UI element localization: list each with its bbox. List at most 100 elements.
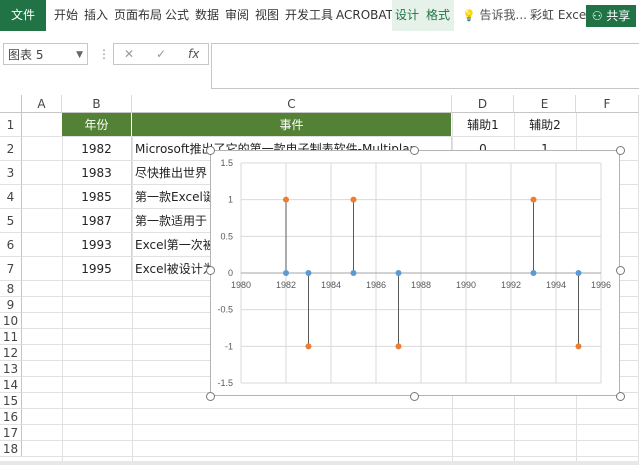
column-header-a[interactable]: A	[22, 95, 62, 113]
tell-me-label: 告诉我...	[479, 8, 527, 22]
row-header-9[interactable]: 9	[0, 297, 22, 313]
y-tick-label: 1	[228, 195, 233, 205]
row-header-12[interactable]: 12	[0, 345, 22, 361]
insert-function-icon[interactable]: fx	[188, 44, 199, 64]
y-tick-label: -0.5	[217, 305, 233, 315]
row-header-10[interactable]: 10	[0, 313, 22, 329]
data-point-series-2	[350, 196, 357, 203]
column-header-c[interactable]: C	[132, 95, 452, 113]
x-tick-label: 1988	[411, 280, 431, 290]
name-box[interactable]: 图表 5 ▼	[3, 43, 88, 65]
resize-handle[interactable]	[616, 266, 625, 275]
select-all-corner[interactable]	[0, 95, 22, 113]
chart-5[interactable]: 1980 1982 1984 1986 1988 1990 1992 1994 1996 1.5 1…	[210, 150, 620, 396]
header-year[interactable]: 年份	[62, 113, 132, 137]
resize-handle[interactable]	[206, 392, 215, 401]
row-header-3[interactable]: 3	[0, 161, 22, 185]
tab-home[interactable]: 开始	[54, 0, 78, 31]
chevron-down-icon[interactable]: ▼	[76, 44, 83, 66]
data-point-series-1	[530, 270, 537, 276]
resize-handle[interactable]	[206, 146, 215, 155]
x-tick-label: 1982	[276, 280, 296, 290]
y-tick-label: 0	[228, 268, 233, 278]
header-event[interactable]: 事件	[132, 113, 452, 137]
horizontal-scrollbar[interactable]	[0, 461, 639, 465]
x-tick-label: 1996	[591, 280, 611, 290]
tab-acrobat[interactable]: ACROBAT	[336, 0, 393, 31]
data-point-series-2	[395, 343, 402, 350]
tab-file[interactable]: 文件	[0, 0, 46, 31]
column-header-b[interactable]: B	[62, 95, 132, 113]
row-header-8[interactable]: 8	[0, 281, 22, 297]
tab-format[interactable]: 格式	[422, 0, 454, 31]
header-aux2[interactable]: 辅助2	[514, 113, 576, 137]
user-name[interactable]: 彩虹 Excel	[530, 0, 590, 31]
row-header-17[interactable]: 17	[0, 425, 22, 441]
formula-buttons: ✕ ✓ fx	[113, 43, 209, 65]
row-header-11[interactable]: 11	[0, 329, 22, 345]
row-header-4[interactable]: 4	[0, 185, 22, 209]
year-cell[interactable]: 1982	[62, 137, 132, 161]
name-box-value: 图表 5	[8, 48, 44, 62]
resize-handle[interactable]	[410, 392, 419, 401]
gridline	[22, 408, 639, 409]
row-header-1[interactable]: 1	[0, 113, 22, 137]
resize-handle[interactable]	[410, 146, 419, 155]
row-header-18[interactable]: 18	[0, 441, 22, 457]
chart-plot: 1980 1982 1984 1986 1988 1990 1992 1994 1996 1.5 1…	[217, 158, 611, 388]
tab-review[interactable]: 审阅	[225, 0, 249, 31]
x-tick-label: 1992	[501, 280, 521, 290]
gridline	[22, 136, 639, 137]
y-tick-label: 1.5	[220, 158, 233, 168]
tab-insert[interactable]: 插入	[84, 0, 108, 31]
data-point-series-1	[305, 270, 312, 276]
resize-handle[interactable]	[206, 266, 215, 275]
resize-handle[interactable]	[616, 146, 625, 155]
year-cell[interactable]: 1985	[62, 185, 132, 209]
share-label: 共享	[606, 9, 631, 23]
tab-data[interactable]: 数据	[195, 0, 219, 31]
row-header-2[interactable]: 2	[0, 137, 22, 161]
data-point-series-2	[575, 343, 582, 350]
resize-handle[interactable]	[616, 392, 625, 401]
data-point-series-1	[575, 270, 582, 276]
formula-bar: 图表 5 ▼ ⋮ ✕ ✓ fx	[0, 31, 639, 94]
ribbon: 文件 开始 插入 页面布局 公式 数据 审阅 视图 开发工具 ACROBAT 设…	[0, 0, 639, 32]
data-point-series-2	[530, 196, 537, 203]
year-cell[interactable]: 1995	[62, 257, 132, 281]
row-header-7[interactable]: 7	[0, 257, 22, 281]
tab-formulas[interactable]: 公式	[165, 0, 189, 31]
tab-view[interactable]: 视图	[255, 0, 279, 31]
x-tick-label: 1994	[546, 280, 566, 290]
tab-design[interactable]: 设计	[392, 0, 422, 31]
enter-icon[interactable]: ✓	[156, 44, 166, 64]
year-cell[interactable]: 1993	[62, 233, 132, 257]
year-cell[interactable]: 1987	[62, 209, 132, 233]
column-header-e[interactable]: E	[514, 95, 576, 113]
row-header-6[interactable]: 6	[0, 233, 22, 257]
share-button[interactable]: ⚇ 共享	[586, 5, 636, 27]
cancel-icon[interactable]: ✕	[124, 44, 134, 64]
tell-me-box[interactable]: 💡 告诉我...	[462, 0, 527, 31]
formula-input[interactable]	[211, 43, 639, 89]
data-point-series-1	[395, 270, 402, 276]
data-point-series-2	[305, 343, 312, 350]
drag-handle-icon[interactable]: ⋮	[98, 43, 110, 65]
row-header-13[interactable]: 13	[0, 361, 22, 377]
y-tick-label: -1	[225, 341, 233, 351]
header-aux1[interactable]: 辅助1	[452, 113, 514, 137]
row-header-14[interactable]: 14	[0, 377, 22, 393]
column-header-d[interactable]: D	[452, 95, 514, 113]
tab-developer[interactable]: 开发工具	[285, 0, 333, 31]
tab-page-layout[interactable]: 页面布局	[114, 0, 162, 31]
column-header-f[interactable]: F	[576, 95, 639, 113]
data-point-series-2	[283, 196, 289, 203]
row-header-15[interactable]: 15	[0, 393, 22, 409]
row-header-16[interactable]: 16	[0, 409, 22, 425]
y-tick-label: -1.5	[217, 378, 233, 388]
year-cell[interactable]: 1983	[62, 161, 132, 185]
row-header-5[interactable]: 5	[0, 209, 22, 233]
gridline	[22, 424, 639, 425]
y-tick-label: 0.5	[220, 231, 233, 241]
x-tick-label: 1986	[366, 280, 386, 290]
